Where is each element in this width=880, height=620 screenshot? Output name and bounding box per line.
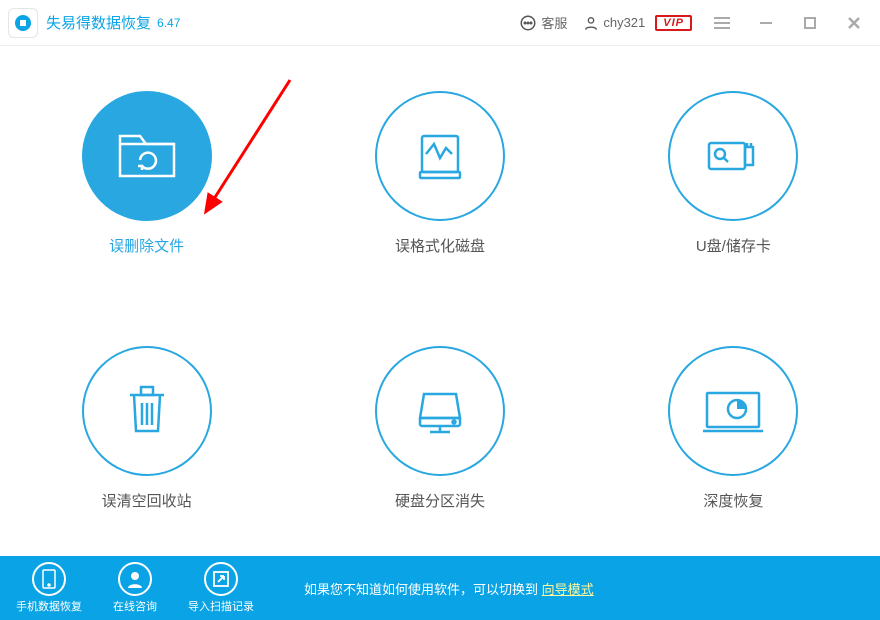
footer-item-label: 手机数据恢复 [16, 598, 82, 614]
trash-icon [82, 346, 212, 476]
app-version: 6.47 [157, 16, 180, 30]
user-icon [583, 15, 599, 31]
maximize-icon [803, 16, 817, 30]
option-deleted-files[interactable]: 误删除文件 [82, 91, 212, 256]
title-bar: 失易得数据恢复 6.47 客服 chy321 VIP [0, 0, 880, 46]
external-drive-icon [375, 346, 505, 476]
option-label: U盘/储存卡 [668, 235, 798, 256]
online-consult-button[interactable]: 在线咨询 [92, 562, 178, 614]
usb-card-icon [668, 91, 798, 221]
user-name: chy321 [603, 15, 645, 30]
option-formatted-disk[interactable]: 误格式化磁盘 [375, 91, 505, 256]
app-logo [8, 8, 38, 38]
support-label: 客服 [541, 13, 567, 32]
vip-badge: VIP [655, 15, 692, 31]
footer-hint: 如果您不知道如何使用软件，可以切换到 向导模式 [304, 579, 594, 598]
minimize-icon [758, 15, 774, 31]
user-chip[interactable]: chy321 VIP [575, 15, 700, 31]
phone-icon [32, 562, 66, 596]
option-label: 误删除文件 [82, 235, 212, 256]
recovery-options-grid: 误删除文件 误格式化磁盘 U盘/储存卡 [0, 46, 880, 556]
phone-recovery-button[interactable]: 手机数据恢复 [6, 562, 92, 614]
option-usb-card[interactable]: U盘/储存卡 [668, 91, 798, 256]
maximize-button[interactable] [788, 0, 832, 46]
option-recycle-bin[interactable]: 误清空回收站 [82, 346, 212, 511]
option-label: 深度恢复 [668, 490, 798, 511]
option-label: 硬盘分区消失 [375, 490, 505, 511]
hint-text: 如果您不知道如何使用软件，可以切换到 [304, 582, 538, 597]
menu-icon [714, 16, 730, 30]
app-title: 失易得数据恢复 [46, 12, 151, 33]
option-label: 误格式化磁盘 [375, 235, 505, 256]
minimize-button[interactable] [744, 0, 788, 46]
footer-item-label: 在线咨询 [113, 598, 157, 614]
deep-scan-icon [668, 346, 798, 476]
bottom-bar: 手机数据恢复 在线咨询 导入扫描记录 如果您不知道如何使用软件，可以切换到 向导… [0, 556, 880, 620]
option-lost-partition[interactable]: 硬盘分区消失 [375, 346, 505, 511]
menu-button[interactable] [700, 0, 744, 46]
person-icon [118, 562, 152, 596]
close-button[interactable] [832, 0, 876, 46]
wizard-mode-link[interactable]: 向导模式 [542, 582, 594, 597]
chat-icon [519, 14, 537, 32]
import-scan-button[interactable]: 导入扫描记录 [178, 562, 264, 614]
folder-refresh-icon [82, 91, 212, 221]
option-label: 误清空回收站 [82, 490, 212, 511]
option-deep-recovery[interactable]: 深度恢复 [668, 346, 798, 511]
support-button[interactable]: 客服 [511, 13, 575, 32]
close-icon [846, 15, 862, 31]
hard-drive-icon [375, 91, 505, 221]
footer-item-label: 导入扫描记录 [188, 598, 254, 614]
import-icon [204, 562, 238, 596]
